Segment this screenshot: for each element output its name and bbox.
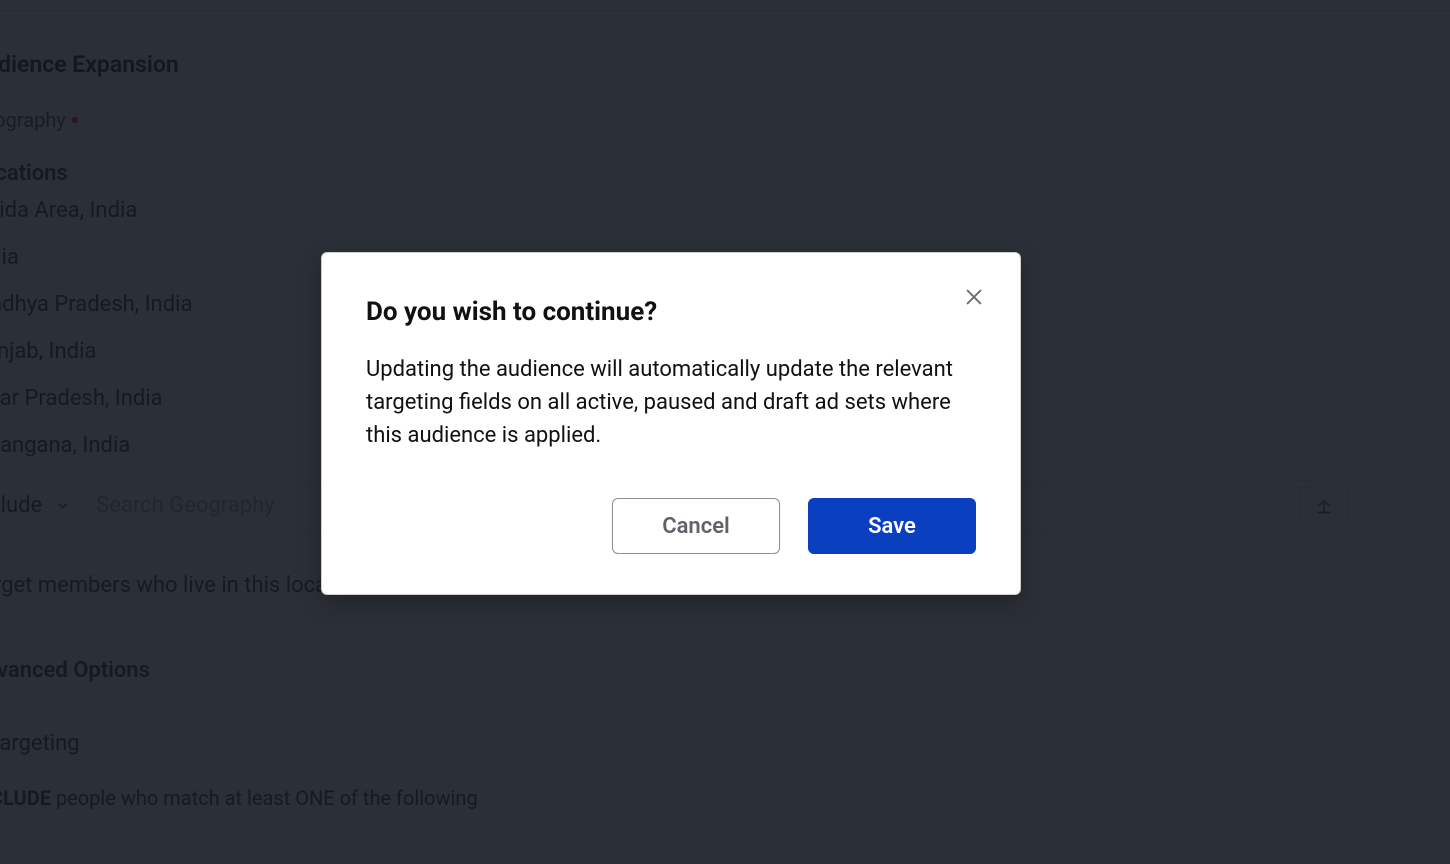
close-button[interactable] bbox=[958, 281, 990, 313]
modal-body-text: Updating the audience will automatically… bbox=[366, 353, 976, 452]
modal-title: Do you wish to continue? bbox=[366, 297, 976, 327]
confirm-continue-modal: Do you wish to continue? Updating the au… bbox=[321, 252, 1021, 595]
save-button[interactable]: Save bbox=[808, 498, 976, 554]
cancel-button[interactable]: Cancel bbox=[612, 498, 780, 554]
close-icon bbox=[963, 286, 985, 308]
modal-actions: Cancel Save bbox=[366, 498, 976, 554]
